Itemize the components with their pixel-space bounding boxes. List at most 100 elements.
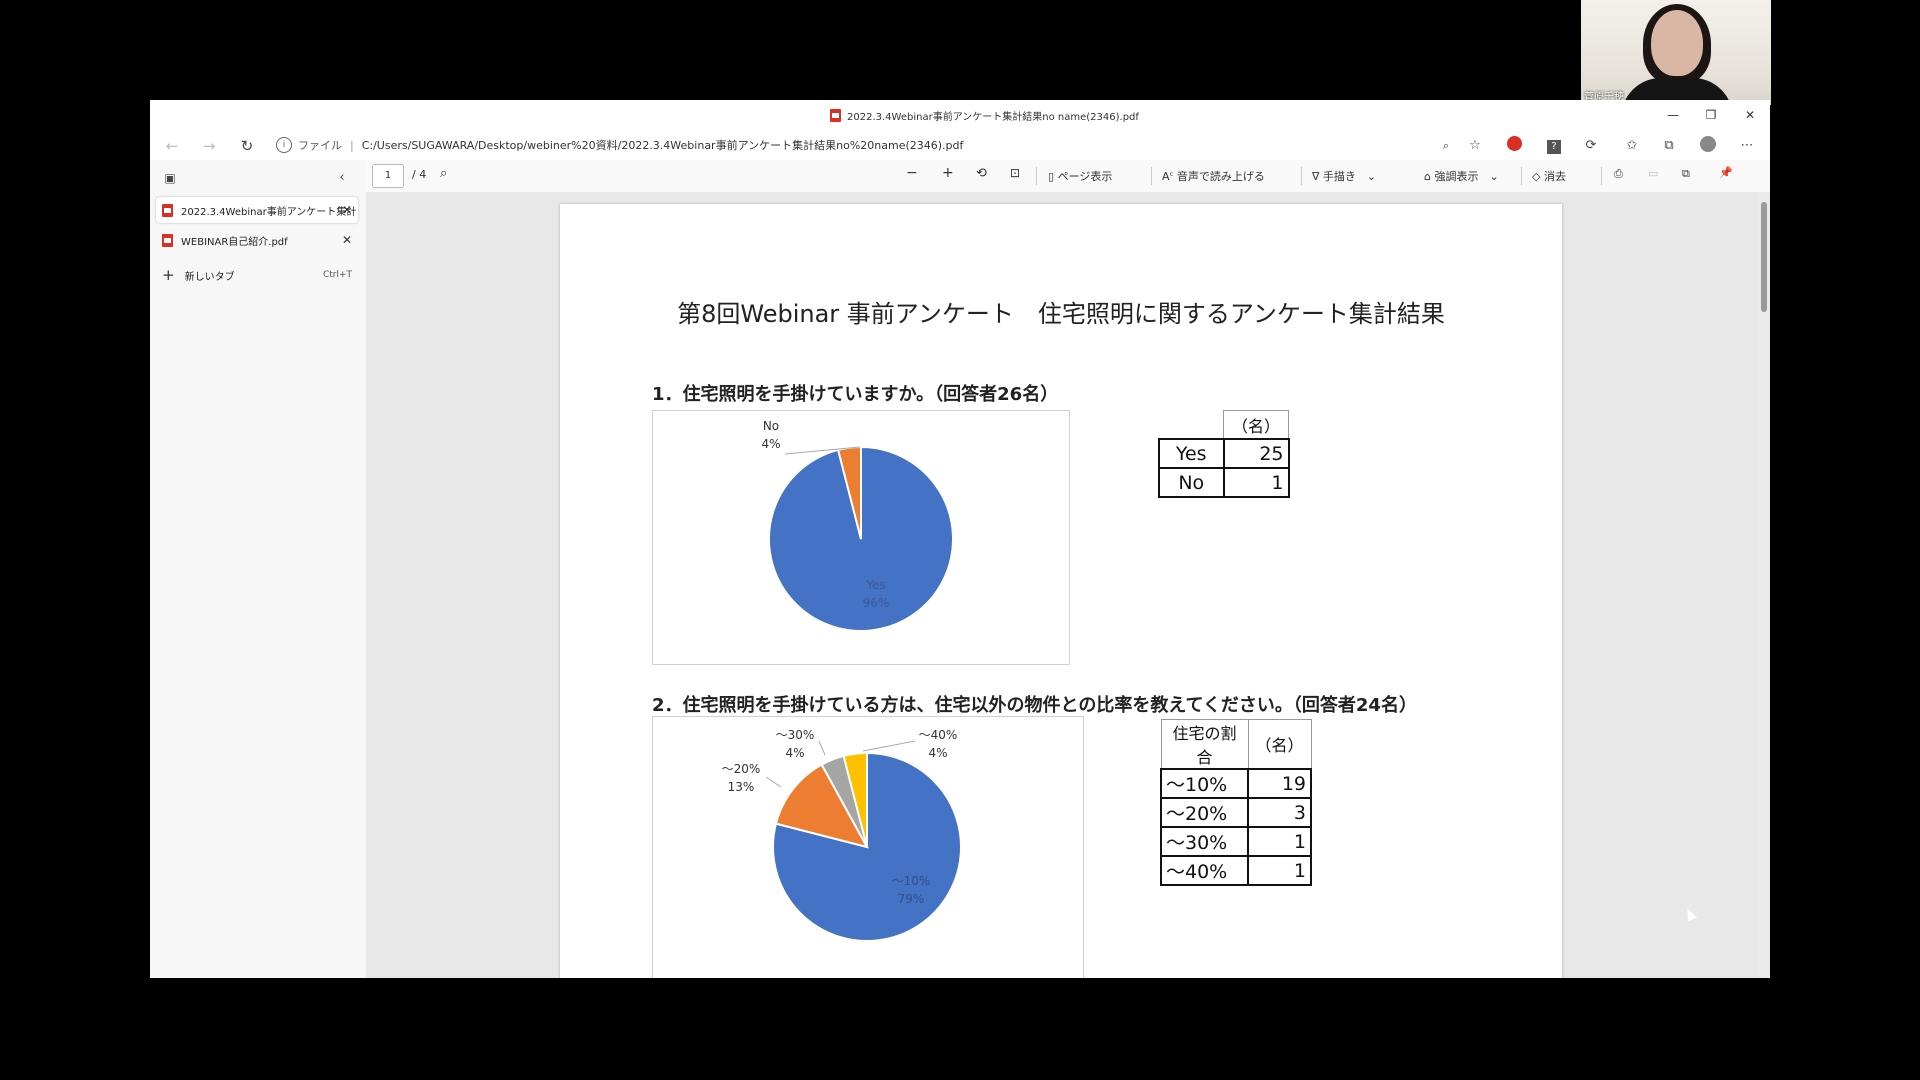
q2-table: 住宅の割合 （名） ～10% 19 ～20% 3 ～30% 1 ～40% 1 [1160, 719, 1312, 886]
table-cell-label: ～30% [1160, 826, 1249, 857]
save-as-icon[interactable]: ⧉ [1682, 167, 1690, 181]
toolbar-divider [1601, 167, 1602, 185]
pie-leader-line-2 [818, 740, 826, 756]
highlight-button[interactable]: ⌂ 強調表示 ⌄ [1424, 168, 1499, 184]
document-title: 第8回Webinar 事前アンケート 住宅照明に関するアンケート集計結果 [677, 300, 1445, 328]
q2-pie-svg: ～10% 79%～20% 13%～30% 4%～40% 4% [722, 728, 962, 942]
tab-actions-icon[interactable]: ▣ [160, 168, 180, 188]
table-cell-value: 1 [1247, 826, 1312, 857]
zoom-icon[interactable]: ⌕ [1436, 136, 1456, 156]
page-number-input[interactable]: 1 [372, 164, 404, 188]
add-favorite-icon[interactable]: ☆ [1465, 136, 1485, 156]
forward-icon[interactable]: → [199, 136, 219, 156]
table-row: ～20% 3 [1160, 797, 1312, 828]
erase-label: 消去 [1543, 170, 1566, 183]
pdf-page: 第8回Webinar 事前アンケート 住宅照明に関するアンケート集計結果 1．住… [560, 204, 1562, 978]
pdf-toolbar: 1 / 4 ⌕ − + ⟲ ⊡ ▯ ページ表示 A꜂ 音声で読み上げる ∇ 手描… [366, 160, 1770, 193]
pie-leader-line-1 [765, 776, 782, 788]
new-tab-button[interactable]: + 新しいタブ Ctrl+T [162, 266, 358, 284]
person-face [1651, 10, 1703, 76]
tab-label: WEBINAR自己紹介.pdf [181, 236, 288, 248]
read-aloud-button[interactable]: A꜂ 音声で読み上げる [1162, 168, 1265, 184]
viewer-scrollbar[interactable] [1758, 192, 1770, 978]
read-aloud-icon: A꜂ [1162, 170, 1177, 183]
eraser-icon: ◇ [1532, 170, 1544, 183]
save-icon[interactable]: ▭ [1648, 167, 1658, 180]
url-scheme: ファイル [298, 139, 342, 152]
pie-label-1: ～20% 13% [722, 762, 761, 794]
toolbar-divider [1301, 167, 1302, 185]
pie-label-2: ～30% 4% [776, 728, 815, 760]
url-text: C:/Users/SUGAWARA/Desktop/webiner%20資料/2… [361, 139, 964, 152]
collapse-sidebar-icon[interactable]: ‹ [332, 168, 352, 188]
table-cell-value: 19 [1247, 768, 1312, 799]
q1-pie-svg: Yes 96%No 4% [761, 419, 954, 632]
search-icon[interactable]: ⌕ [440, 166, 447, 181]
url-separator: | [350, 138, 354, 152]
chevron-down-icon: ⌄ [1355, 170, 1377, 183]
refresh-icon[interactable]: ↻ [237, 136, 257, 156]
back-icon[interactable]: ← [162, 136, 182, 156]
draw-icon: ∇ [1312, 170, 1323, 183]
q2-pie-chart: ～10% 79% ～20% 13% ～30% 4% ～40% 4% [652, 716, 1084, 978]
table-row: ～40% 1 [1160, 855, 1312, 886]
erase-button[interactable]: ◇ 消去 [1532, 168, 1566, 184]
favorites-icon[interactable]: ✩ [1622, 136, 1642, 156]
adblock-icon[interactable] [1504, 136, 1524, 156]
close-tab-icon[interactable]: ✕ [342, 203, 352, 217]
table-cell-value: 1 [1247, 855, 1312, 886]
fit-page-icon[interactable]: ⊡ [1010, 166, 1020, 180]
more-icon[interactable]: ⋯ [1737, 136, 1757, 156]
url-field[interactable]: i ファイル | C:/Users/SUGAWARA/Desktop/webin… [270, 133, 1570, 157]
q2-table-header-ratio: 住宅の割合 [1160, 719, 1249, 770]
q1-pie-chart: Yes 96% No 4% [652, 410, 1070, 665]
question-2: 2．住宅照明を手掛けている方は、住宅以外の物件との比率を教えてください。（回答者… [652, 695, 1417, 716]
new-tab-shortcut: Ctrl+T [322, 270, 352, 280]
scrollbar-thumb[interactable] [1761, 202, 1767, 312]
title-bar: 2022.3.4Webinar事前アンケート集計結果no name(2346).… [150, 100, 1770, 130]
close-button[interactable]: ✕ [1739, 105, 1761, 125]
profile-icon[interactable] [1698, 136, 1718, 156]
table-row: No 1 [1158, 467, 1290, 498]
pie-label-1: No 4% [761, 419, 780, 451]
extension-icon[interactable]: ⟳ [1581, 136, 1601, 156]
table-cell-label: ～20% [1160, 797, 1249, 828]
zoom-out-icon[interactable]: − [906, 165, 918, 181]
info-icon[interactable]: i [276, 137, 292, 153]
table-cell-label: No [1158, 467, 1225, 498]
pin-toolbar-icon[interactable]: 📌 [1719, 166, 1733, 179]
q1-table: （名） Yes 25 No 1 [1158, 410, 1290, 498]
extension-help-icon[interactable]: ? [1544, 136, 1564, 156]
tab-label: 2022.3.4Webinar事前アンケート集計 [181, 206, 357, 218]
table-row: Yes 25 [1158, 438, 1290, 469]
close-tab-icon[interactable]: ✕ [342, 233, 352, 247]
sidebar-tab-survey-pdf[interactable]: 2022.3.4Webinar事前アンケート集計 ✕ [156, 197, 358, 223]
window-title-text: 2022.3.4Webinar事前アンケート集計結果no name(2346).… [847, 112, 1139, 123]
draw-button[interactable]: ∇ 手描き ⌄ [1312, 168, 1376, 184]
zoom-in-icon[interactable]: + [942, 165, 954, 181]
table-cell-label: ～40% [1160, 855, 1249, 886]
page-total: / 4 [412, 168, 427, 181]
rotate-icon[interactable]: ⟲ [976, 166, 987, 181]
sidebar-tab-intro-pdf[interactable]: WEBINAR自己紹介.pdf ✕ [156, 227, 358, 253]
pie-label-3: ～40% 4% [919, 728, 958, 760]
highlight-icon: ⌂ [1424, 170, 1435, 183]
plus-icon: + [162, 266, 175, 284]
page-view-button[interactable]: ▯ ページ表示 [1048, 168, 1112, 184]
restore-button[interactable]: ❐ [1700, 105, 1722, 125]
question-1: 1．住宅照明を手掛けていますか。（回答者26名） [652, 384, 1059, 405]
q1-table-header: （名） [1223, 410, 1289, 440]
window-title: 2022.3.4Webinar事前アンケート集計結果no name(2346).… [830, 108, 1139, 123]
page-view-label: ページ表示 [1057, 170, 1113, 183]
collections-icon[interactable]: ⧉ [1659, 136, 1679, 156]
table-cell-value: 3 [1247, 797, 1312, 828]
minimize-button[interactable]: — [1662, 105, 1684, 125]
webcam-video: 菅原千穂 [1581, 0, 1771, 105]
print-icon[interactable]: ⎙ [1614, 167, 1623, 181]
pie-leader-line-3 [862, 740, 916, 752]
table-row: ～30% 1 [1160, 826, 1312, 857]
table-cell-label: ～10% [1160, 768, 1249, 799]
toolbar-divider [1036, 167, 1037, 185]
table-cell-value: 25 [1222, 438, 1290, 469]
read-aloud-label: 音声で読み上げる [1176, 170, 1265, 183]
